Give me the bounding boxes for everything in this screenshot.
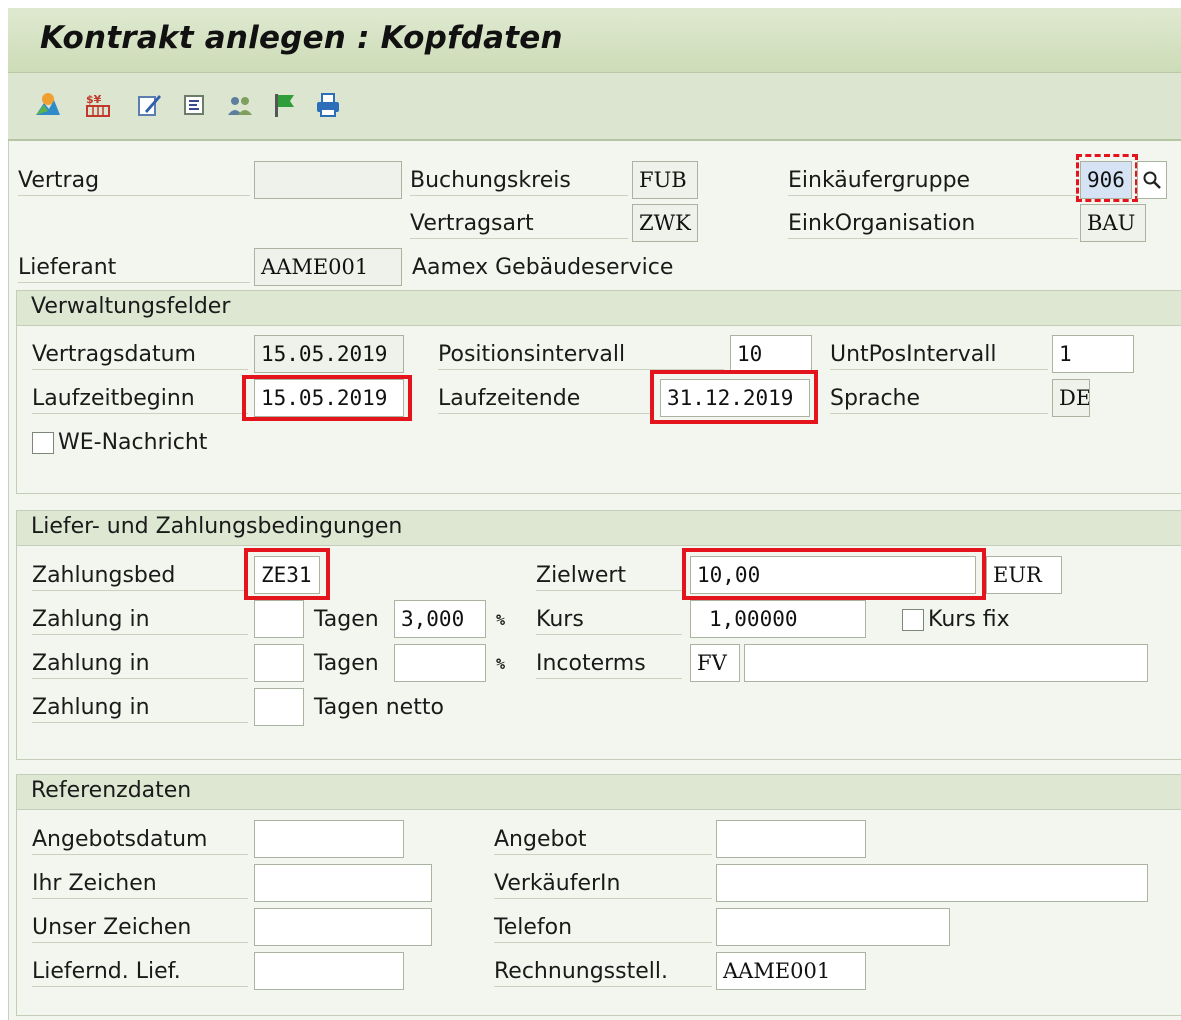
zielwert-label: Zielwert [536, 562, 682, 591]
incoterms-label: Incoterms [536, 650, 682, 679]
verwaltungsfelder-header: Verwaltungsfelder [17, 291, 1181, 326]
einkorganisation-label: EinkOrganisation [788, 210, 1078, 239]
vertragsdatum-label: Vertragsdatum [32, 341, 248, 370]
telefon-field[interactable] [716, 908, 950, 946]
angebotsdatum-label: Angebotsdatum [32, 826, 248, 855]
buchungskreis-label: Buchungskreis [410, 167, 628, 196]
vertragsdatum-field[interactable]: 15.05.2019 [254, 335, 404, 373]
tagen-1-label: Tagen [314, 607, 379, 632]
we-nachricht-label: WE-Nachricht [58, 430, 208, 455]
waehrung-field[interactable]: EUR [986, 556, 1062, 594]
ihr-zeichen-field[interactable] [254, 864, 432, 902]
vertrag-field[interactable] [254, 161, 402, 199]
zahlung-in-2-days-field[interactable] [254, 644, 304, 682]
untposintervall-label: UntPosIntervall [830, 341, 1048, 370]
zahlung-in-2-label: Zahlung in [32, 650, 248, 679]
vertragsart-field[interactable]: ZWK [632, 204, 698, 242]
lieferant-name: Aamex Gebäudeservice [412, 255, 674, 280]
angebotsdatum-field[interactable] [254, 820, 404, 858]
zahlung-in-1-days-field[interactable] [254, 600, 304, 638]
zahlungsbed-highlight [244, 548, 330, 600]
incoterms-text-field[interactable] [744, 644, 1148, 682]
lieferant-label: Lieferant [18, 254, 250, 283]
einkaeufergruppe-focus-frame [1076, 154, 1138, 202]
untposintervall-field[interactable]: 1 [1052, 335, 1134, 373]
zielwert-highlight [682, 548, 986, 600]
unser-zeichen-field[interactable] [254, 908, 432, 946]
conditions-icon[interactable]: $¥ [84, 91, 112, 119]
vertragsart-label: Vertragsart [410, 210, 628, 239]
kurs-field[interactable]: 1,00000 [690, 600, 866, 638]
rechnungsstell-label: Rechnungsstell. [494, 958, 712, 987]
zahlung-in-3-days-field[interactable] [254, 688, 304, 726]
verwaltungsfelder-title: Verwaltungsfelder [31, 294, 231, 319]
status-flag-icon[interactable] [270, 91, 298, 119]
positionsintervall-label: Positionsintervall [438, 341, 724, 370]
zahlung-in-1-pct-field[interactable]: 3,000 [394, 600, 486, 638]
edit-texts-icon[interactable] [135, 91, 163, 119]
header-overview-icon[interactable] [34, 91, 62, 119]
kurs-label: Kurs [536, 606, 682, 635]
laufzeitende-label: Laufzeitende [438, 385, 650, 414]
zahlung-in-3-label: Zahlung in [32, 694, 248, 723]
zahlung-in-1-label: Zahlung in [32, 606, 248, 635]
positionsintervall-field[interactable]: 10 [730, 335, 812, 373]
percent-1-label: % [496, 611, 506, 629]
print-icon[interactable] [314, 91, 342, 119]
laufzeitende-highlight [650, 370, 818, 424]
liefer-zahlungsbedingungen-title: Liefer- und Zahlungsbedingungen [31, 514, 403, 539]
laufzeitbeginn-highlight [242, 375, 412, 421]
verkaeuferin-field[interactable] [716, 864, 1148, 902]
ihr-zeichen-label: Ihr Zeichen [32, 870, 248, 899]
zahlung-in-2-pct-field[interactable] [394, 644, 486, 682]
rechnungsstell-field[interactable]: AAME001 [716, 952, 866, 990]
kurs-fix-checkbox[interactable] [902, 609, 924, 631]
angebot-field[interactable] [716, 820, 866, 858]
liefernd-lief-field[interactable] [254, 952, 404, 990]
buchungskreis-field[interactable]: FUB [632, 161, 698, 199]
we-nachricht-checkbox[interactable] [32, 432, 54, 454]
kurs-fix-label: Kurs fix [928, 607, 1010, 632]
application-toolbar: $¥ [8, 73, 1181, 141]
sprache-field[interactable]: DE [1052, 379, 1090, 417]
details-icon[interactable] [180, 91, 208, 119]
liefer-zahlungsbedingungen-header: Liefer- und Zahlungsbedingungen [17, 511, 1181, 546]
vertrag-label: Vertrag [18, 167, 250, 196]
telefon-label: Telefon [494, 914, 712, 943]
svg-text:$¥: $¥ [86, 93, 102, 106]
percent-2-label: % [496, 655, 506, 673]
unser-zeichen-label: Unser Zeichen [32, 914, 248, 943]
zahlungsbed-label: Zahlungsbed [32, 562, 248, 591]
incoterms-field[interactable]: FV [690, 644, 740, 682]
lieferant-field[interactable]: AAME001 [254, 248, 402, 286]
laufzeitbeginn-label: Laufzeitbeginn [32, 385, 248, 414]
einkaeufergruppe-label: Einkäufergruppe [788, 167, 1078, 196]
einkorganisation-field[interactable]: BAU [1080, 204, 1146, 242]
referenzdaten-title: Referenzdaten [31, 778, 192, 803]
sprache-label: Sprache [830, 385, 1048, 414]
verkaeuferin-label: VerkäuferIn [494, 870, 712, 899]
window-title: Kontrakt anlegen : Kopfdaten [40, 20, 563, 56]
partners-icon[interactable] [226, 91, 254, 119]
title-bar: Kontrakt anlegen : Kopfdaten [8, 8, 1181, 73]
angebot-label: Angebot [494, 826, 712, 855]
search-help-icon[interactable] [1137, 161, 1167, 199]
tagen-netto-label: Tagen netto [314, 695, 444, 720]
referenzdaten-header: Referenzdaten [17, 775, 1181, 810]
liefernd-lief-label: Liefernd. Lief. [32, 958, 248, 987]
tagen-2-label: Tagen [314, 651, 379, 676]
